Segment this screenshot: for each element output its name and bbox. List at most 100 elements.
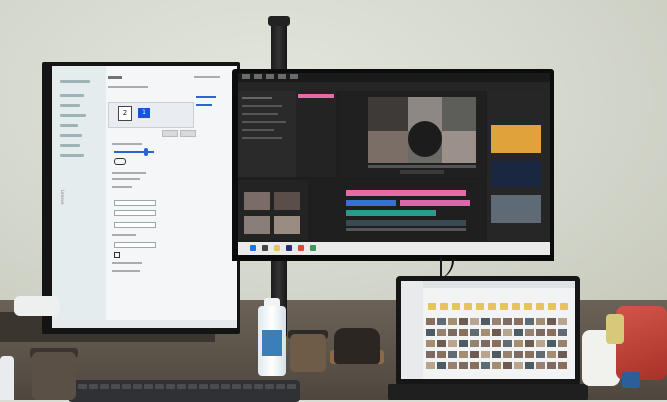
sidebar-item[interactable] — [60, 124, 78, 127]
photo-thumbnail-icon[interactable] — [481, 351, 490, 358]
menu-item[interactable] — [254, 74, 262, 79]
timeline-clip[interactable] — [346, 200, 396, 206]
panel-row[interactable] — [242, 137, 282, 139]
sidebar-item[interactable] — [60, 104, 80, 107]
photo-thumbnail-icon[interactable] — [481, 340, 490, 347]
photo-thumbnail-icon[interactable] — [514, 362, 523, 369]
sidebar-item[interactable] — [60, 114, 86, 117]
folder-icon[interactable] — [452, 303, 460, 310]
photo-thumbnail-icon[interactable] — [558, 329, 567, 336]
photo-thumbnail-icon[interactable] — [503, 329, 512, 336]
timeline-clip[interactable] — [346, 190, 466, 196]
photo-thumbnail-icon[interactable] — [547, 318, 556, 325]
panel-row[interactable] — [242, 113, 278, 115]
playhead-bar[interactable] — [368, 165, 476, 168]
photo-thumbnail-icon[interactable] — [437, 351, 446, 358]
photo-thumbnail-icon[interactable] — [558, 362, 567, 369]
project-thumbnail[interactable] — [274, 216, 300, 234]
resolution-dropdown[interactable] — [114, 210, 156, 216]
folder-icon[interactable] — [512, 303, 520, 310]
display-2-tile[interactable]: 2 — [118, 106, 132, 121]
photo-thumbnail-icon[interactable] — [437, 318, 446, 325]
photo-thumbnail-icon[interactable] — [492, 318, 501, 325]
identify-button[interactable] — [162, 130, 178, 137]
audio-track[interactable] — [346, 228, 466, 231]
photo-thumbnail-icon[interactable] — [470, 340, 479, 347]
photo-thumbnail-icon[interactable] — [503, 340, 512, 347]
photo-thumbnail-icon[interactable] — [426, 362, 435, 369]
photo-thumbnail-icon[interactable] — [437, 329, 446, 336]
photo-thumbnail-icon[interactable] — [547, 362, 556, 369]
photo-thumbnail-icon[interactable] — [426, 340, 435, 347]
photo-thumbnail-icon[interactable] — [448, 351, 457, 358]
explorer-ribbon[interactable] — [401, 281, 575, 288]
photo-thumbnail-icon[interactable] — [448, 340, 457, 347]
effect-controls-panel[interactable] — [238, 91, 296, 177]
photo-thumbnail-icon[interactable] — [514, 318, 523, 325]
project-panel[interactable] — [238, 180, 308, 240]
effects-panel[interactable] — [487, 91, 550, 241]
folder-icon[interactable] — [428, 303, 436, 310]
photo-thumbnail-icon[interactable] — [437, 362, 446, 369]
photo-thumbnail-icon[interactable] — [448, 318, 457, 325]
photo-thumbnail-icon[interactable] — [437, 340, 446, 347]
photo-thumbnail-icon[interactable] — [426, 351, 435, 358]
project-thumbnail[interactable] — [244, 216, 270, 234]
photo-thumbnail-icon[interactable] — [525, 340, 534, 347]
timeline-panel[interactable] — [310, 180, 486, 240]
folder-icon[interactable] — [464, 303, 472, 310]
menu-item[interactable] — [290, 74, 298, 79]
photo-thumbnail-icon[interactable] — [547, 329, 556, 336]
thumbnail[interactable] — [491, 161, 541, 187]
taskbar-app-icon[interactable] — [310, 245, 316, 251]
photo-thumbnail-icon[interactable] — [481, 329, 490, 336]
folder-icon[interactable] — [440, 303, 448, 310]
photo-thumbnail-icon[interactable] — [459, 351, 468, 358]
timeline-clip[interactable] — [346, 210, 436, 216]
photo-thumbnail-icon[interactable] — [547, 351, 556, 358]
photo-thumbnail-icon[interactable] — [525, 329, 534, 336]
display-1-tile[interactable]: 1 — [138, 108, 150, 118]
related-link[interactable] — [196, 104, 212, 106]
taskbar-app-icon[interactable] — [262, 245, 268, 251]
menu-item[interactable] — [278, 74, 286, 79]
photo-thumbnail-icon[interactable] — [536, 362, 545, 369]
detect-button[interactable] — [180, 130, 196, 137]
taskbar-app-icon[interactable] — [286, 245, 292, 251]
menu-item[interactable] — [242, 74, 250, 79]
taskbar-app-icon[interactable] — [298, 245, 304, 251]
photo-thumbnail-icon[interactable] — [536, 340, 545, 347]
photo-thumbnail-icon[interactable] — [492, 362, 501, 369]
workspace-tabs[interactable] — [238, 82, 550, 91]
folder-icon[interactable] — [476, 303, 484, 310]
folder-icon[interactable] — [524, 303, 532, 310]
photo-thumbnail-icon[interactable] — [481, 362, 490, 369]
photo-thumbnail-icon[interactable] — [503, 351, 512, 358]
photo-thumbnail-icon[interactable] — [558, 318, 567, 325]
thumbnail[interactable] — [491, 125, 541, 153]
photo-thumbnail-icon[interactable] — [492, 340, 501, 347]
scale-dropdown[interactable] — [114, 200, 156, 206]
thumbnail[interactable] — [491, 195, 541, 223]
photo-thumbnail-icon[interactable] — [514, 351, 523, 358]
sidebar-item[interactable] — [60, 154, 84, 157]
photo-thumbnail-icon[interactable] — [547, 340, 556, 347]
photo-thumbnail-icon[interactable] — [481, 318, 490, 325]
photo-thumbnail-icon[interactable] — [536, 351, 545, 358]
explorer-navigation-pane[interactable] — [401, 281, 423, 379]
orientation-dropdown[interactable] — [114, 222, 156, 228]
windows-start-icon[interactable] — [250, 245, 256, 251]
photo-thumbnail-icon[interactable] — [514, 340, 523, 347]
related-link[interactable] — [196, 96, 216, 98]
photo-thumbnail-icon[interactable] — [558, 351, 567, 358]
sidebar-item[interactable] — [60, 144, 80, 147]
make-main-display-checkbox[interactable] — [114, 252, 120, 258]
sidebar-item[interactable] — [60, 80, 90, 83]
photo-thumbnail-icon[interactable] — [525, 351, 534, 358]
photo-thumbnail-icon[interactable] — [503, 318, 512, 325]
graphics-settings-link[interactable] — [112, 270, 140, 272]
photo-thumbnail-icon[interactable] — [426, 318, 435, 325]
photo-thumbnail-icon[interactable] — [536, 318, 545, 325]
photo-thumbnail-icon[interactable] — [470, 318, 479, 325]
project-thumbnail[interactable] — [274, 192, 300, 210]
